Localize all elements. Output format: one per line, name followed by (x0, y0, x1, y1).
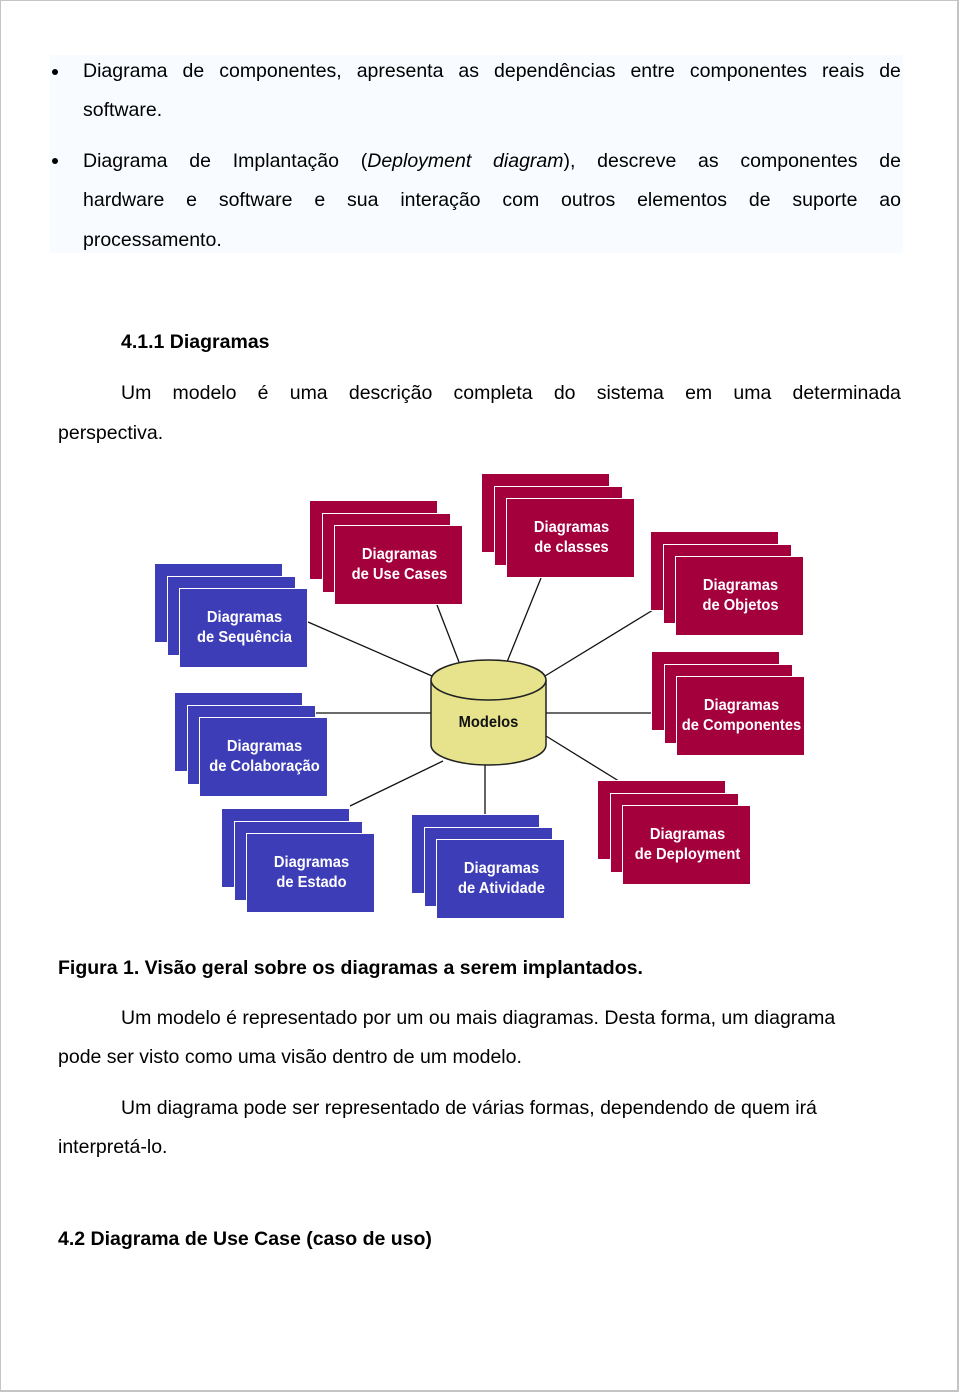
paragraph-2-line-2: pode ser visto como uma visão dentro de … (58, 1046, 522, 1068)
diagram-card-label-atividade: Diagramas de Atividade (433, 859, 570, 899)
diagram-card-label-componentes: Diagramas de Componentes (673, 696, 810, 736)
diagram-card-componentes: Diagramas de Componentes (676, 676, 805, 756)
card-label-line-2: de Estado (276, 874, 347, 891)
card-label-line-1: Diagramas (463, 860, 540, 877)
paragraph-2-line-1: Um modelo é representado por um ou mais … (121, 1007, 836, 1029)
diagram-card-label-objetos: Diagramas de Objetos (672, 576, 809, 616)
diagram-card-atividade: Diagramas de Atividade (436, 839, 565, 919)
diagram-card-label-sequencia: Diagramas de Sequência (176, 608, 313, 648)
diagram-card-estado: Diagramas de Estado (246, 833, 375, 913)
diagram-card-colaboracao: Diagramas de Colaboração (199, 717, 328, 797)
card-label-line-1: Diagramas (533, 519, 610, 536)
card-label-line-2: de Sequência (197, 629, 292, 646)
diagram-card-label-estado: Diagramas de Estado (243, 853, 380, 893)
card-label-line-1: Diagramas (649, 826, 726, 843)
card-label-line-2: de Deployment (634, 846, 741, 863)
card-label-line-1: Diagramas (273, 854, 350, 871)
card-label-line-2: de classes (534, 539, 609, 556)
figure-caption: Figura 1. Visão geral sobre os diagramas… (58, 957, 643, 979)
diagram-card-label-use-cases: Diagramas de Use Cases (331, 545, 468, 585)
diagram-card-use-cases: Diagramas de Use Cases (334, 525, 463, 605)
card-label-line-1: Diagramas (206, 609, 283, 626)
diagram-card-deployment: Diagramas de Deployment (622, 805, 751, 885)
modelos-label: Modelos (458, 714, 519, 731)
card-label-line-2: de Objetos (702, 597, 779, 614)
card-label-line-2: de Atividade (458, 880, 545, 897)
card-label-line-1: Diagramas (226, 738, 303, 755)
diagram-card-classes: Diagramas de classes (506, 498, 635, 578)
paragraph-3-line-2: interpretá-lo. (58, 1136, 168, 1158)
card-label-line-1: Diagramas (361, 546, 438, 563)
diagram-card-label-deployment: Diagramas de Deployment (619, 825, 756, 865)
diagram-card-objetos: Diagramas de Objetos (675, 556, 804, 636)
connector-line-classes (506, 577, 542, 663)
connector-line-estado (349, 760, 444, 807)
card-label-line-1: Diagramas (703, 697, 780, 714)
connector-line-use-cases (436, 604, 460, 663)
card-label-line-2: de Componentes (681, 717, 802, 734)
card-label-line-1: Diagramas (702, 577, 779, 594)
diagram-card-label-classes: Diagramas de classes (503, 518, 640, 558)
diagram-card-label-colaboracao: Diagramas de Colaboração (196, 737, 333, 777)
connector-line-sequencia (307, 621, 433, 677)
modelos-cylinder (430, 659, 547, 766)
connector-line-objetos (544, 609, 654, 677)
card-label-line-2: de Colaboração (209, 758, 320, 775)
section-heading-4-2: 4.2 Diagrama de Use Case (caso de uso) (58, 1228, 432, 1250)
card-label-line-2: de Use Cases (351, 566, 448, 583)
connector-line-deployment (545, 735, 623, 784)
cylinder-top (430, 659, 547, 701)
diagram-card-sequencia: Diagramas de Sequência (179, 588, 308, 668)
paragraph-3-line-1: Um diagrama pode ser representado de vár… (121, 1097, 817, 1119)
